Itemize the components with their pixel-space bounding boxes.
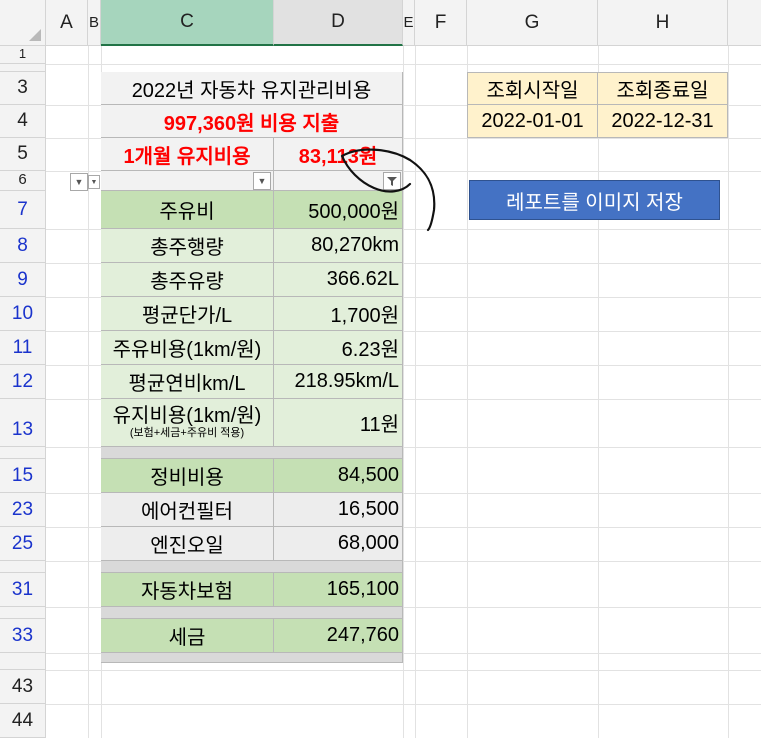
row-header-33[interactable]: 33	[0, 619, 46, 653]
row-header-32[interactable]	[0, 607, 46, 619]
filter-cell-c[interactable]	[101, 171, 274, 191]
maint-cost-label: 유지비용(1km/원)	[112, 405, 262, 428]
row-header-44[interactable]: 44	[0, 704, 46, 738]
separator-row	[101, 561, 403, 573]
fuel-volume-value[interactable]: 366.62L	[274, 263, 403, 297]
total-cost[interactable]: 997,360원 비용 지출	[101, 105, 403, 138]
save-report-image-button[interactable]: 레포트를 이미지 저장	[469, 180, 720, 220]
row-header-2[interactable]	[0, 64, 46, 72]
maint-cost-value[interactable]: 11원	[274, 399, 403, 447]
row-header-31[interactable]: 31	[0, 573, 46, 607]
row-header-6[interactable]: 6	[0, 171, 46, 191]
row-header-25[interactable]: 25	[0, 527, 46, 561]
col-header-c[interactable]: C	[101, 0, 274, 46]
col-header-g[interactable]: G	[467, 0, 598, 46]
fuel-volume-label[interactable]: 총주유량	[101, 263, 274, 297]
row-header-12[interactable]: 12	[0, 365, 46, 399]
col-header-a[interactable]: A	[46, 0, 88, 46]
fuel-per-km-value[interactable]: 6.23원	[274, 331, 403, 365]
row-header-15[interactable]: 15	[0, 459, 46, 493]
maint-cost-label-cell[interactable]: 유지비용(1km/원) (보험+세금+주유비 적용)	[101, 399, 274, 447]
col-header-f[interactable]: F	[415, 0, 467, 46]
efficiency-label[interactable]: 평균연비km/L	[101, 365, 274, 399]
dropdown-arrow-icon: ▼	[74, 177, 84, 187]
maint-cost-note: (보험+세금+주유비 적용)	[129, 427, 245, 440]
select-all-corner[interactable]	[0, 0, 46, 46]
row-header-34[interactable]	[0, 653, 46, 670]
separator-row	[101, 447, 403, 459]
row-header-10[interactable]: 10	[0, 297, 46, 331]
tax-label[interactable]: 세금	[101, 619, 274, 653]
row-header-26[interactable]	[0, 561, 46, 573]
filter-dropdown-c[interactable]: ▼	[253, 172, 271, 190]
insurance-label[interactable]: 자동차보험	[101, 573, 274, 607]
row-header-23[interactable]: 23	[0, 493, 46, 527]
row-header-8[interactable]: 8	[0, 229, 46, 263]
col-header-d[interactable]: D	[274, 0, 403, 46]
efficiency-value[interactable]: 218.95km/L	[274, 365, 403, 399]
query-start-value[interactable]: 2022-01-01	[467, 105, 598, 138]
monthly-cost-label[interactable]: 1개월 유지비용	[101, 138, 274, 171]
col-header-e[interactable]: E	[403, 0, 415, 46]
repair-value[interactable]: 84,500	[274, 459, 403, 493]
row-header-13[interactable]: 13	[0, 399, 46, 447]
unit-price-value[interactable]: 1,700원	[274, 297, 403, 331]
query-end-label[interactable]: 조회종료일	[598, 72, 728, 105]
row-header-14[interactable]	[0, 447, 46, 459]
separator-row	[101, 653, 403, 663]
row-header-9[interactable]: 9	[0, 263, 46, 297]
row-header-43[interactable]: 43	[0, 670, 46, 704]
engine-oil-label[interactable]: 엔진오일	[101, 527, 274, 561]
col-header-b[interactable]: B	[88, 0, 101, 46]
separator-row	[101, 607, 403, 619]
fuel-label[interactable]: 주유비	[101, 191, 274, 229]
dropdown-arrow-icon: ▼	[257, 176, 267, 186]
dropdown-arrow-icon: ▼	[90, 178, 98, 186]
row-header-5[interactable]: 5	[0, 138, 46, 171]
table-title[interactable]: 2022년 자동차 유지관리비용	[101, 72, 403, 105]
row-header-4[interactable]: 4	[0, 105, 46, 138]
engine-oil-value[interactable]: 68,000	[274, 527, 403, 561]
fuel-per-km-label[interactable]: 주유비용(1km/원)	[101, 331, 274, 365]
repair-label[interactable]: 정비비용	[101, 459, 274, 493]
filter-dropdown-b[interactable]: ▼	[88, 175, 100, 189]
tax-value[interactable]: 247,760	[274, 619, 403, 653]
distance-label[interactable]: 총주행량	[101, 229, 274, 263]
row-header-1[interactable]: 1	[0, 46, 46, 64]
row-header-11[interactable]: 11	[0, 331, 46, 365]
row-header-3[interactable]: 3	[0, 72, 46, 105]
insurance-value[interactable]: 165,100	[274, 573, 403, 607]
col-header-h[interactable]: H	[598, 0, 728, 46]
row-header-7[interactable]: 7	[0, 191, 46, 229]
filter-dropdown-a[interactable]: ▼	[70, 173, 88, 191]
aircon-filter-label[interactable]: 에어컨필터	[101, 493, 274, 527]
query-start-label[interactable]: 조회시작일	[467, 72, 598, 105]
query-end-value[interactable]: 2022-12-31	[598, 105, 728, 138]
annotation-scribble	[340, 148, 436, 232]
col-header-i[interactable]	[728, 0, 761, 46]
unit-price-label[interactable]: 평균단가/L	[101, 297, 274, 331]
aircon-filter-value[interactable]: 16,500	[274, 493, 403, 527]
